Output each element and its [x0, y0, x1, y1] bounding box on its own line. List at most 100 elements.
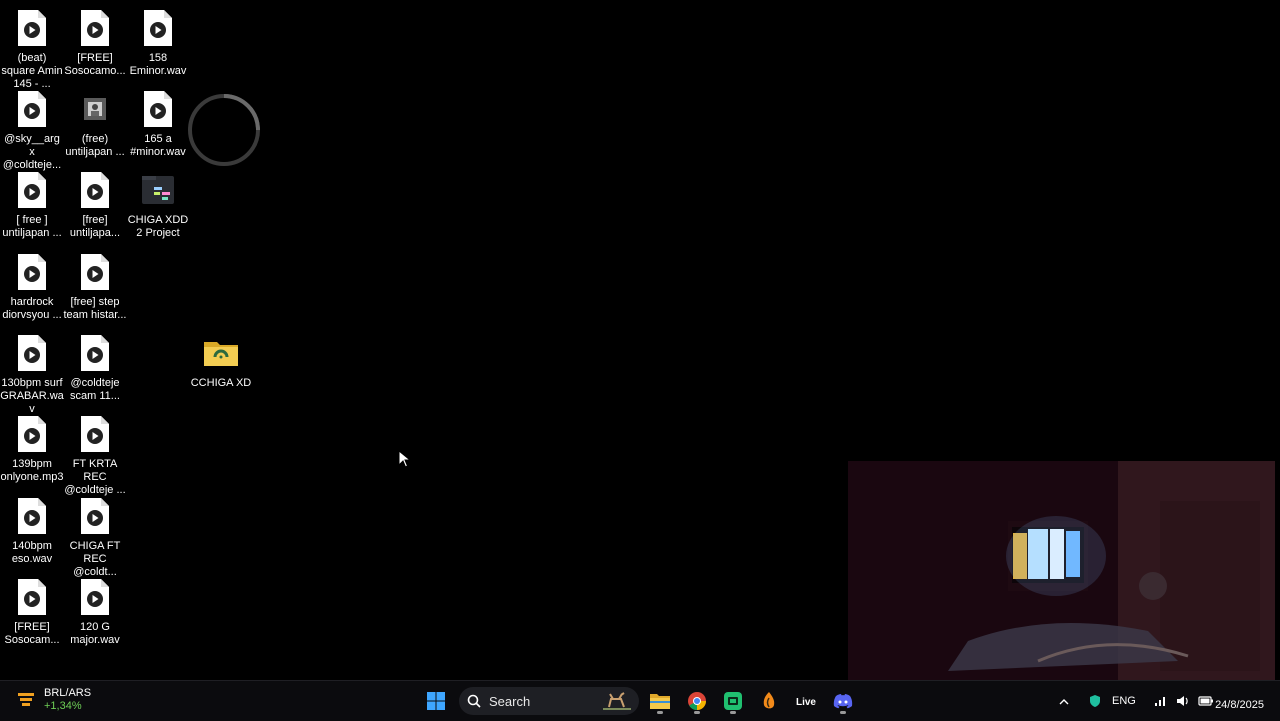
desktop-icon-label: [free] step team histar...: [63, 296, 127, 321]
desktop-icon-label: CHIGA FT REC @coldt...: [69, 540, 121, 578]
search-icon: [467, 694, 481, 708]
audio-file-icon: [138, 8, 178, 48]
audio-file-icon: [12, 333, 52, 373]
widget-title: BRL/ARS: [44, 687, 92, 699]
audio-file-icon: [12, 496, 52, 536]
taskbar-app-file-explorer[interactable]: [644, 686, 676, 716]
stock-chart-icon: [18, 693, 34, 706]
running-indicator: [657, 711, 663, 714]
widget-change: +1,34%: [44, 700, 82, 712]
audio-file-icon: [75, 577, 115, 617]
taskbar-date[interactable]: 24/8/2025: [1215, 699, 1264, 711]
desktop-icon[interactable]: [ free ] untiljapan ...: [0, 170, 64, 240]
webcam-room-scene: [848, 461, 1275, 698]
network-icon[interactable]: [1154, 695, 1168, 707]
desktop-icon[interactable]: 139bpm onlyone.mp3: [0, 414, 64, 484]
desktop-icon[interactable]: [FREE] Sosocam...: [0, 577, 64, 647]
desktop-icon[interactable]: CHIGA XDD 2 Project: [126, 170, 190, 240]
loading-spinner-icon: [188, 94, 260, 166]
audio-file-icon: [75, 170, 115, 210]
discord-icon: [833, 694, 853, 709]
audio-file-icon: [12, 577, 52, 617]
desktop-icon[interactable]: [free] untiljapa...: [63, 170, 127, 240]
desktop-icon-label: 158 Eminor.wav: [129, 52, 187, 77]
folder-icon: [650, 694, 670, 709]
weather-stock-widget[interactable]: BRL/ARS +1,34%: [16, 687, 91, 713]
desktop-icon[interactable]: @sky__arg x @coldteje...: [0, 89, 64, 172]
desktop-icon-label: CHIGA XDD 2 Project: [127, 214, 189, 239]
desktop-icon[interactable]: FT KRTA REC @coldteje ...: [63, 414, 127, 497]
start-button[interactable]: [420, 686, 452, 716]
audio-file-icon: [75, 414, 115, 454]
desktop-icon[interactable]: 165 a #minor.wav: [126, 89, 190, 159]
taskbar-search[interactable]: Search: [459, 687, 639, 715]
desktop-icon-label: 120 G major.wav: [70, 621, 120, 646]
taskbar-app-ableton-live[interactable]: Live: [790, 686, 822, 716]
folder-icon: [201, 333, 241, 373]
vpn-shield-icon[interactable]: [1088, 694, 1102, 708]
taskbar-app-chrome[interactable]: [681, 686, 713, 716]
taskbar-app-fl-studio[interactable]: [753, 686, 785, 716]
search-placeholder: Search: [489, 693, 531, 709]
volume-icon[interactable]: [1176, 695, 1190, 707]
audio-file-icon: [12, 170, 52, 210]
chevron-up-icon[interactable]: [1058, 696, 1070, 706]
desktop-icon-label: FT KRTA REC @coldteje ...: [64, 458, 126, 496]
audio-file-icon: [12, 8, 52, 48]
desktop-icon[interactable]: CHIGA FT REC @coldt...: [63, 496, 127, 579]
desktop-icon-label: hardrock diorvsyou ...: [2, 296, 62, 321]
desktop-icon[interactable]: 158 Eminor.wav: [126, 8, 190, 78]
desktop-icon-label: 130bpm surf GRABAR.wav: [0, 377, 64, 415]
desktop-icon[interactable]: 130bpm surf GRABAR.wav: [0, 333, 64, 416]
desktop-icon-label: 140bpm eso.wav: [11, 540, 53, 565]
chrome-icon: [688, 692, 706, 710]
taskbar: BRL/ARS +1,34% Search Live ENG 24/8/2025: [0, 680, 1280, 721]
audio-file-icon: [138, 89, 178, 129]
desktop-icon[interactable]: [FREE] Sosocamo...: [63, 8, 127, 78]
desktop-icon-label: (free) untiljapan ...: [65, 133, 125, 158]
audio-file-icon: [75, 496, 115, 536]
running-indicator: [840, 711, 846, 714]
language-indicator[interactable]: ENG: [1112, 695, 1136, 707]
system-tray: ENG: [1058, 681, 1214, 721]
svg-text:Live: Live: [796, 697, 816, 708]
webcam-preview: [848, 461, 1275, 698]
audio-file-icon: [75, 252, 115, 292]
green-app-icon: [724, 692, 742, 710]
desktop-icon-label: (beat) square Amin 145 - ...: [1, 52, 63, 90]
desktop-icon-label: [ free ] untiljapan ...: [2, 214, 62, 239]
desktop-icon[interactable]: 140bpm eso.wav: [0, 496, 64, 566]
taskbar-app-green[interactable]: [717, 686, 749, 716]
desktop-icon-label: [free] untiljapa...: [69, 214, 121, 239]
desktop-icon-label: @coldteje scam 11...: [70, 377, 120, 402]
windows-logo-icon: [427, 692, 445, 710]
audio-file-icon: [75, 8, 115, 48]
desktop-icon[interactable]: @coldteje scam 11...: [63, 333, 127, 403]
running-indicator: [694, 711, 700, 714]
audio-file-icon: [12, 89, 52, 129]
desktop-icon-label: 165 a #minor.wav: [130, 133, 186, 158]
taskbar-app-discord[interactable]: [827, 686, 859, 716]
desktop-icon[interactable]: CCHIGA XD: [189, 333, 253, 390]
fl-project-icon: [138, 170, 178, 210]
audio-file-icon: [12, 252, 52, 292]
desktop-icon[interactable]: (beat) square Amin 145 - ...: [0, 8, 64, 91]
desktop-icon[interactable]: 120 G major.wav: [63, 577, 127, 647]
running-indicator: [730, 711, 736, 714]
desktop-icon-label: [FREE] Sosocamo...: [64, 52, 126, 77]
desktop-icon[interactable]: [free] step team histar...: [63, 252, 127, 322]
mouse-cursor-icon: [398, 450, 410, 468]
desktop-icon-label: 139bpm onlyone.mp3: [0, 458, 64, 483]
desktop-icon[interactable]: hardrock diorvsyou ...: [0, 252, 64, 322]
audio-file-icon: [12, 414, 52, 454]
ableton-live-icon: Live: [796, 697, 816, 708]
desktop-icon[interactable]: (free) untiljapan ...: [63, 89, 127, 159]
desktop-icon-label: CCHIGA XD: [190, 377, 252, 389]
audio-file-icon: [75, 333, 115, 373]
desktop-icon-label: @sky__arg x @coldteje...: [2, 133, 62, 171]
search-highlight-deer-icon: [603, 692, 631, 710]
desktop-icon-label: [FREE] Sosocam...: [4, 621, 60, 646]
battery-icon[interactable]: [1198, 696, 1214, 706]
image-file-icon: [75, 89, 115, 129]
fl-studio-icon: [763, 692, 775, 709]
